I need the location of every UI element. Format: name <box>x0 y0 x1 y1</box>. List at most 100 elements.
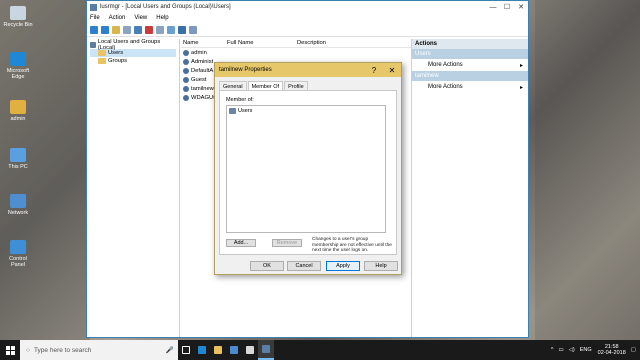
folder-icon <box>98 50 106 56</box>
network-status-icon[interactable]: ▭ <box>558 347 563 353</box>
refresh-icon[interactable] <box>156 25 164 34</box>
clock-date: 02-04-2018 <box>597 350 626 356</box>
chevron-up-icon[interactable]: ^ <box>551 347 554 353</box>
list-item-name: admin <box>191 49 207 56</box>
chevron-right-icon: ▸ <box>519 84 523 91</box>
desktop-icon-edge[interactable]: Microsoft Edge <box>3 52 33 80</box>
apply-button[interactable]: Apply <box>326 261 360 271</box>
ok-button[interactable]: OK <box>250 261 284 271</box>
wallpaper-left <box>0 0 90 340</box>
export-list-icon[interactable] <box>167 25 175 34</box>
taskbar-lusrmgr[interactable] <box>258 340 274 360</box>
start-button[interactable] <box>0 340 20 360</box>
taskbar: ○ Type here to search 🎤 ^ ▭ ◁) ENG 21:58… <box>0 340 640 360</box>
tree-item-groups[interactable]: Groups <box>90 57 176 65</box>
cancel-button[interactable]: Cancel <box>287 261 321 271</box>
desktop-icon-label: Network <box>7 210 29 216</box>
user-icon <box>183 85 189 92</box>
search-placeholder: Type here to search <box>33 346 92 354</box>
list-item[interactable]: admin <box>181 48 411 57</box>
back-icon[interactable] <box>90 25 98 34</box>
remove-group-button[interactable]: Remove <box>272 239 302 247</box>
column-description[interactable]: Description <box>297 40 326 46</box>
user-folder-icon <box>10 100 26 114</box>
tab-profile[interactable]: Profile <box>284 81 308 90</box>
taskbar-mail[interactable] <box>242 340 258 360</box>
actions-header: Actions <box>412 39 528 49</box>
membership-note: Changes to a user's group membership are… <box>312 237 392 253</box>
desktop-icon-label: Microsoft Edge <box>6 68 30 80</box>
desktop-icon-recycle-bin[interactable]: Recycle Bin <box>3 6 33 28</box>
column-name[interactable]: Name <box>181 40 227 46</box>
help-icon[interactable] <box>178 25 186 34</box>
more-actions-tamilnew[interactable]: More Actions ▸ <box>412 81 528 93</box>
app-icon <box>90 3 97 11</box>
list-item-name: DefaultA <box>191 67 214 74</box>
mail-icon <box>246 346 254 354</box>
column-full-name[interactable]: Full Name <box>227 40 297 46</box>
view-icon[interactable] <box>189 25 197 34</box>
lusrmgr-icon <box>262 345 270 353</box>
tab-general[interactable]: General <box>219 81 247 90</box>
up-folder-icon[interactable] <box>112 25 120 34</box>
file-explorer-icon <box>214 346 222 354</box>
language-indicator[interactable]: ENG <box>580 347 592 353</box>
forward-icon[interactable] <box>101 25 109 34</box>
actions-pane: Actions Users More Actions ▸ tamilnew Mo… <box>411 39 528 337</box>
menu-view[interactable]: View <box>134 15 147 21</box>
add-group-button[interactable]: Add... <box>226 239 256 247</box>
actions-section-tamilnew[interactable]: tamilnew <box>412 71 528 81</box>
list-item[interactable]: Users <box>227 106 385 116</box>
taskbar-edge[interactable] <box>194 340 210 360</box>
dialog-titlebar[interactable]: tamilnew Properties ? ✕ <box>215 63 401 77</box>
help-button[interactable]: Help <box>364 261 398 271</box>
tree-item-label: Groups <box>108 58 128 64</box>
minimize-button[interactable]: — <box>486 4 500 11</box>
microphone-icon[interactable]: 🎤 <box>166 346 174 354</box>
notification-icon[interactable]: ▢ <box>631 347 636 353</box>
member-of-list[interactable]: Users <box>226 105 386 233</box>
more-actions-label: More Actions <box>428 84 463 90</box>
more-actions-users[interactable]: More Actions ▸ <box>412 59 528 71</box>
tree-root[interactable]: Local Users and Groups (Local) <box>90 39 176 51</box>
taskbar-explorer[interactable] <box>210 340 226 360</box>
menu-help[interactable]: Help <box>156 15 168 21</box>
computer-icon <box>10 148 26 162</box>
users-groups-icon <box>90 42 96 48</box>
taskbar-store[interactable] <box>226 340 242 360</box>
navigation-tree: Local Users and Groups (Local) Users Gro… <box>87 39 180 337</box>
actions-section-users[interactable]: Users <box>412 49 528 59</box>
window-titlebar[interactable]: lusrmgr - [Local Users and Groups (Local… <box>87 1 528 13</box>
network-icon <box>10 194 26 208</box>
member-of-label: Member of: <box>226 97 254 103</box>
show-tree-icon[interactable] <box>123 25 131 34</box>
taskbar-search[interactable]: ○ Type here to search 🎤 <box>20 340 178 360</box>
delete-icon[interactable] <box>145 25 153 34</box>
properties-icon[interactable] <box>134 25 142 34</box>
dialog-help-icon[interactable]: ? <box>365 66 383 75</box>
tree-item-label: Users <box>108 50 124 56</box>
folder-icon <box>98 58 106 64</box>
volume-icon[interactable]: ◁) <box>569 347 575 353</box>
task-view-button[interactable] <box>178 340 194 360</box>
tab-member-of[interactable]: Member Of <box>247 81 284 90</box>
desktop-icon-network[interactable]: Network <box>3 194 33 216</box>
desktop-icon-label: admin <box>10 116 26 122</box>
dialog-close-icon[interactable]: ✕ <box>383 66 401 75</box>
desktop-icon-control-panel[interactable]: Control Panel <box>3 240 33 268</box>
clock[interactable]: 21:58 02-04-2018 <box>598 344 626 356</box>
list-item-name: Administ <box>191 58 214 65</box>
close-window-button[interactable]: ✕ <box>514 3 528 11</box>
maximize-button[interactable]: ☐ <box>500 3 514 11</box>
desktop-icon-admin[interactable]: admin <box>3 100 33 122</box>
menu-action[interactable]: Action <box>109 15 126 21</box>
menu-file[interactable]: File <box>90 15 100 21</box>
user-icon <box>183 76 189 83</box>
list-header: Name Full Name Description <box>181 39 411 48</box>
properties-dialog: tamilnew Properties ? ✕ General Member O… <box>214 62 402 275</box>
wallpaper-right <box>535 0 640 340</box>
group-icon <box>229 108 236 114</box>
task-view-icon <box>182 346 190 354</box>
user-icon <box>183 49 189 56</box>
desktop-icon-this-pc[interactable]: This PC <box>3 148 33 170</box>
